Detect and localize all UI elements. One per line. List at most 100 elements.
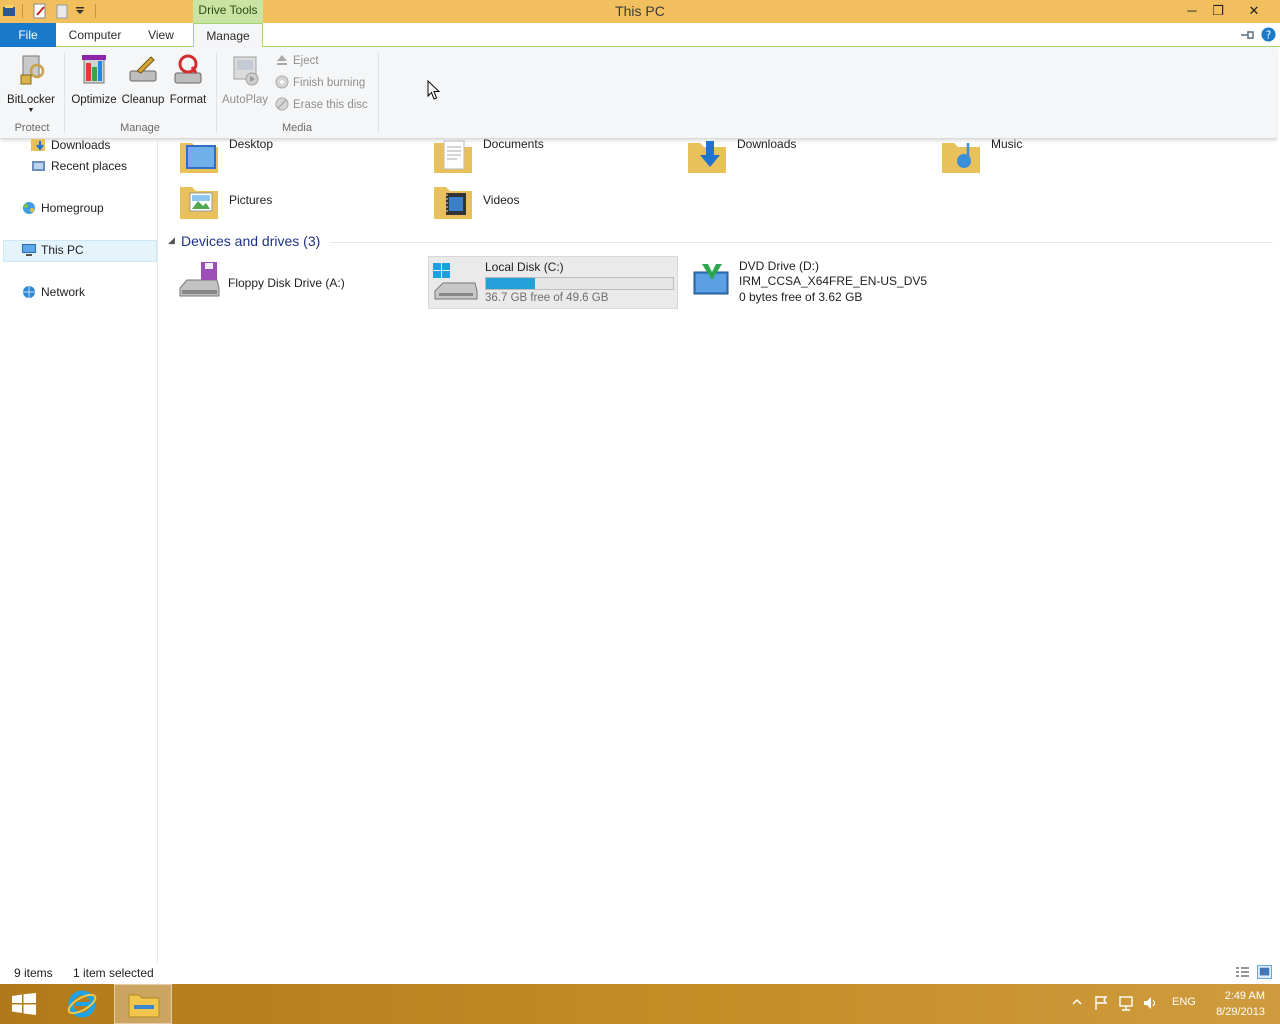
folder-downloads[interactable]: Downloads [686, 137, 926, 189]
optimize-button[interactable]: Optimize [70, 53, 118, 106]
help-icon[interactable]: ? [1261, 27, 1276, 42]
tab-view[interactable]: View [136, 23, 186, 47]
nav-item-recent-places[interactable]: Recent places [32, 156, 128, 176]
ribbon-tabs: File Computer View Manage ? [0, 23, 1280, 48]
autoplay-icon [233, 56, 259, 86]
folder-label: Music [991, 137, 1023, 151]
documents-folder-icon [434, 140, 472, 173]
group-separator [378, 53, 379, 133]
divider [330, 242, 1273, 243]
nav-item-this-pc[interactable]: This PC [22, 240, 84, 260]
dvd-drive-icon [693, 264, 729, 295]
tab-computer[interactable]: Computer [60, 23, 130, 47]
folder-label: Documents [483, 137, 544, 151]
status-bar: 9 items 1 item selected [0, 963, 1280, 984]
taskbar: ENG 2:49 AM 8/29/2013 [0, 984, 1280, 1024]
downloads-folder-icon [31, 139, 45, 151]
input-language-indicator[interactable]: ENG [1172, 996, 1196, 1008]
format-button[interactable]: Format [168, 53, 208, 106]
disk-usage-fill [486, 278, 535, 289]
eject-label: Eject [293, 55, 319, 67]
nav-item-homegroup[interactable]: Homegroup [23, 198, 104, 218]
optimize-icon [82, 55, 106, 84]
dvd-volume-label: IRM_CCSA_X64FRE_EN-US_DV5 [739, 274, 928, 288]
nav-label-homegroup: Homegroup [41, 201, 104, 215]
tab-manage[interactable]: Manage [193, 23, 263, 48]
nav-label-recent-places: Recent places [51, 159, 128, 173]
internet-explorer-taskbar-button[interactable] [52, 984, 112, 1024]
bitlocker-label: BitLocker [7, 94, 55, 106]
nav-item-downloads[interactable]: Downloads [31, 135, 110, 155]
nav-label-network: Network [41, 285, 86, 299]
erase-disc-label: Erase this disc [293, 99, 368, 111]
navigation-pane: Downloads Recent places Homegroup This P… [0, 138, 158, 964]
format-label: Format [169, 94, 207, 106]
drive-floppy[interactable]: Floppy Disk Drive (A:) [177, 262, 417, 306]
details-view-icon[interactable] [1235, 966, 1250, 979]
erase-disc-icon [275, 97, 289, 111]
volume-icon[interactable] [1142, 995, 1158, 1011]
eject-button[interactable]: Eject [275, 52, 319, 70]
local-disk-label: Local Disk (C:) [485, 260, 564, 274]
nav-label-this-pc: This PC [41, 243, 84, 257]
cleanup-icon [129, 56, 157, 82]
devices-section-header[interactable]: ◢ Devices and drives (3) [168, 232, 1273, 252]
folder-label: Downloads [737, 137, 797, 151]
optimize-label: Optimize [71, 94, 117, 106]
network-status-icon[interactable] [1118, 995, 1134, 1011]
finish-burning-button[interactable]: Finish burning [275, 74, 365, 92]
devices-header-label: Devices and drives (3) [181, 233, 321, 249]
group-label-media: Media [282, 122, 312, 134]
start-button[interactable] [0, 984, 48, 1024]
erase-disc-button[interactable]: Erase this disc [275, 96, 368, 114]
pictures-folder-icon [180, 187, 218, 219]
nav-item-network[interactable]: Network [23, 282, 86, 302]
large-icons-view-icon[interactable] [1257, 965, 1272, 979]
show-hidden-icons-chevron-icon[interactable] [1072, 997, 1082, 1007]
group-separator [64, 53, 65, 133]
close-button[interactable]: ✕ [1231, 0, 1277, 22]
item-count: 9 items [14, 966, 53, 980]
finish-burning-icon [275, 75, 289, 89]
format-icon [174, 54, 202, 84]
dvd-drive-label: DVD Drive (D:) [739, 259, 819, 273]
autoplay-button[interactable]: AutoPlay [221, 53, 269, 106]
disk-usage-bar [485, 277, 674, 290]
minimize-button[interactable]: ─ [1178, 0, 1206, 22]
dvd-free-space: 0 bytes free of 3.62 GB [739, 290, 863, 304]
drive-local-disk-c[interactable]: Local Disk (C:) 36.7 GB free of 49.6 GB [428, 256, 678, 309]
eject-icon [277, 55, 287, 65]
this-pc-icon [22, 244, 36, 256]
pin-ribbon-icon[interactable] [1239, 29, 1255, 41]
clock-date[interactable]: 8/29/2013 [1206, 1006, 1265, 1018]
group-label-protect: Protect [14, 122, 50, 134]
finish-burning-label: Finish burning [293, 77, 366, 89]
folder-music[interactable]: Music [940, 137, 1180, 189]
ribbon: BitLocker ▼ Protect Optimize Cleanup For… [0, 47, 1277, 139]
downloads-folder-icon [688, 141, 726, 173]
svg-text:?: ? [1266, 29, 1271, 41]
music-folder-icon [942, 143, 980, 173]
homegroup-icon [23, 202, 35, 214]
action-center-flag-icon[interactable] [1094, 995, 1108, 1011]
bitlocker-button[interactable]: BitLocker ▼ [5, 53, 57, 114]
folder-label: Desktop [229, 137, 274, 151]
tab-file[interactable]: File [0, 23, 56, 47]
recent-places-icon [32, 161, 45, 171]
cleanup-label: Cleanup [121, 94, 165, 106]
cleanup-button[interactable]: Cleanup [120, 53, 166, 106]
restore-button[interactable]: ❐ [1204, 0, 1232, 22]
clock-time[interactable]: 2:49 AM [1213, 990, 1265, 1002]
mouse-cursor-icon [427, 80, 440, 100]
group-separator [216, 53, 217, 133]
file-explorer-taskbar-button[interactable] [114, 984, 172, 1024]
collapse-triangle-icon[interactable]: ◢ [168, 235, 175, 246]
internet-explorer-icon [67, 990, 97, 1018]
folder-label: Videos [483, 193, 520, 207]
network-icon [23, 286, 35, 298]
floppy-drive-icon [179, 262, 220, 297]
desktop-folder-icon [180, 143, 218, 173]
drive-dvd[interactable]: DVD Drive (D:) IRM_CCSA_X64FRE_EN-US_DV5… [690, 258, 950, 308]
drive-floppy-label: Floppy Disk Drive (A:) [228, 276, 345, 290]
bitlocker-icon [20, 55, 45, 85]
